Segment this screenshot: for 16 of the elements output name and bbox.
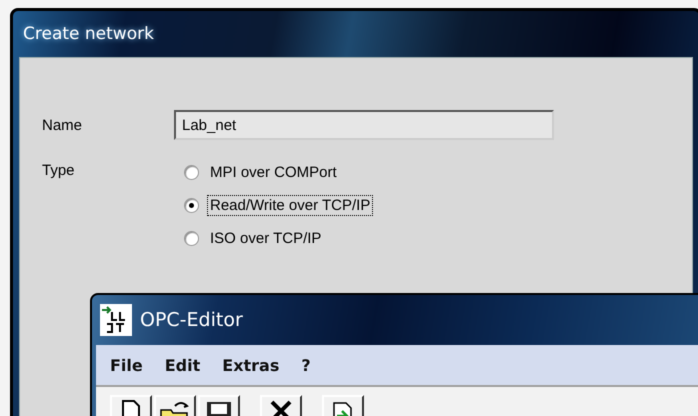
radio-button[interactable] xyxy=(184,198,199,213)
menu-item[interactable]: Edit xyxy=(156,354,208,376)
name-label: Name xyxy=(42,116,84,134)
window-title: OPC-Editor xyxy=(140,309,243,331)
type-label: Type xyxy=(42,162,76,179)
menu-item[interactable]: ? xyxy=(293,354,319,376)
delete-icon xyxy=(270,400,292,416)
radio-button[interactable] xyxy=(184,165,199,180)
window-title: Create network xyxy=(23,24,154,44)
radio-button[interactable] xyxy=(184,231,199,246)
menu-item[interactable]: Extras xyxy=(214,354,288,376)
name-field[interactable]: Lab_net xyxy=(174,110,554,140)
app-icon xyxy=(98,302,134,338)
menu-item[interactable]: File xyxy=(102,354,151,376)
radio-option[interactable]: MPI over COMPort xyxy=(184,162,374,183)
radio-option[interactable]: ISO over TCP/IP xyxy=(184,228,374,249)
